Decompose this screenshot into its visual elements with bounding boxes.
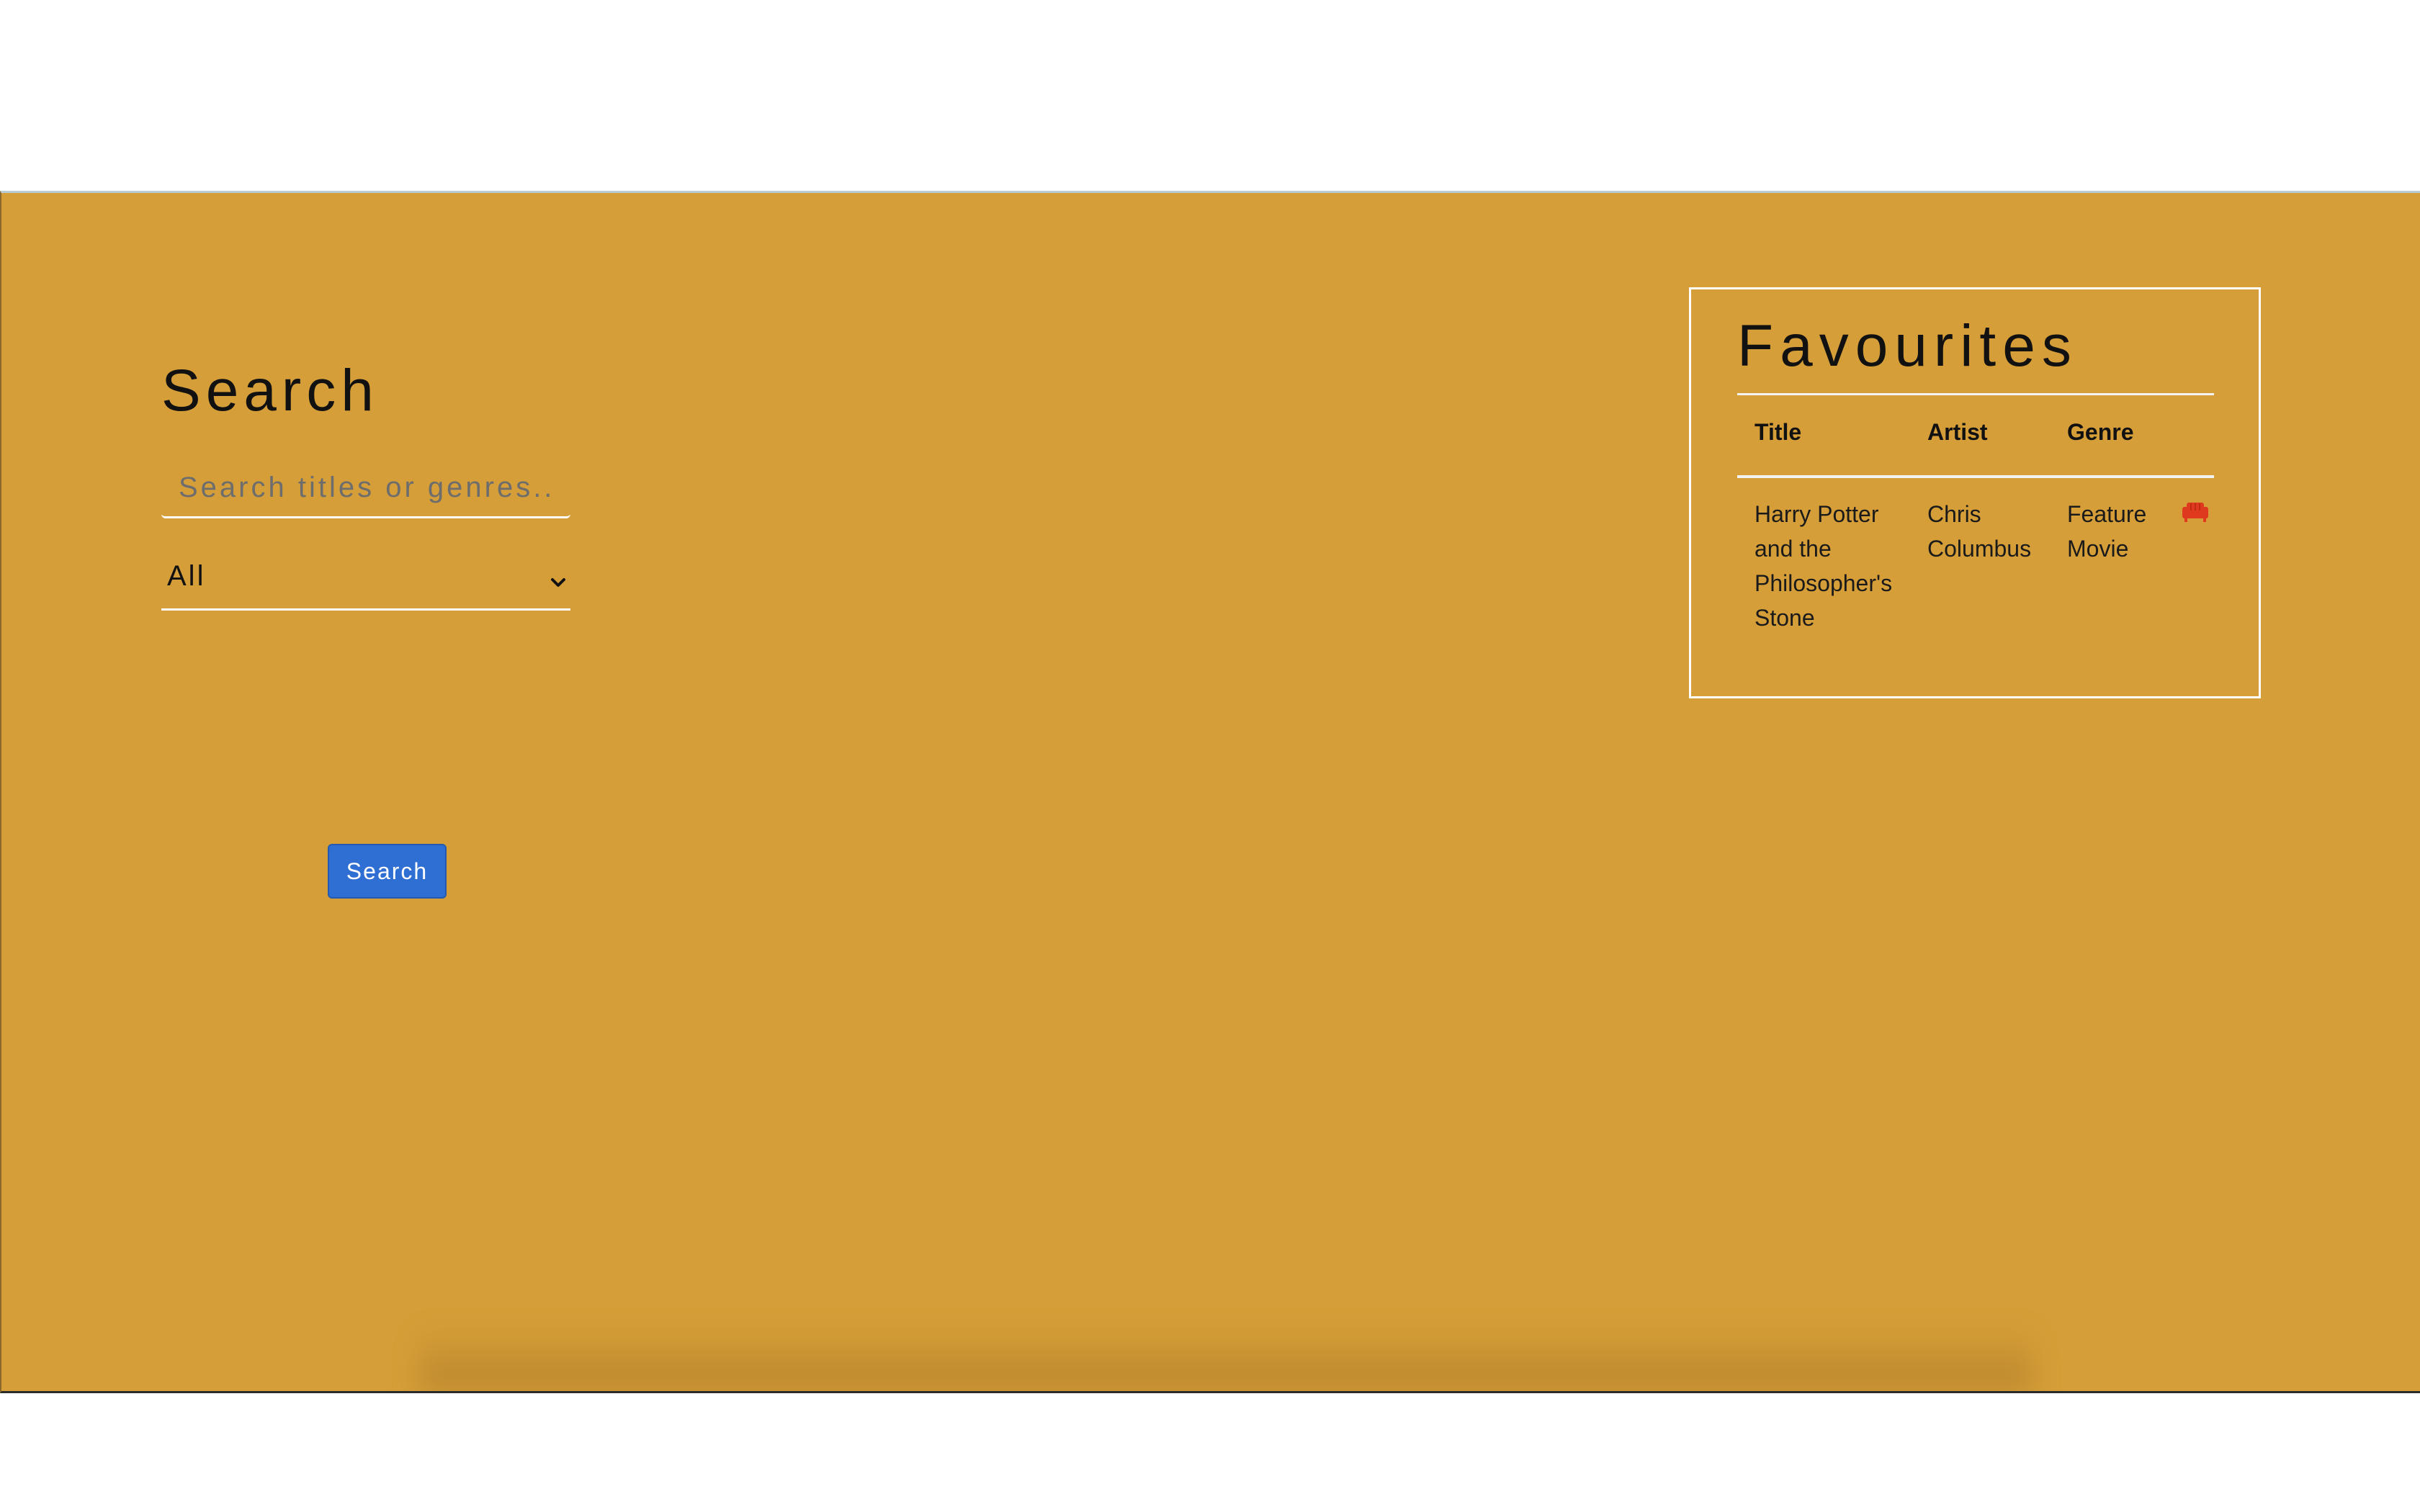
favourites-panel: Favourites Title Artist Genre Harry Pott… xyxy=(1689,287,2261,698)
category-select[interactable]: All xyxy=(161,553,570,611)
cell-line: Movie xyxy=(2067,536,2129,562)
main-panel: Search All Search Favourites Title Artis… xyxy=(0,191,2420,1393)
divider xyxy=(1737,475,2214,478)
panel-shadow xyxy=(419,1326,2033,1391)
cell-line: Feature xyxy=(2067,501,2147,527)
sofa-icon[interactable] xyxy=(2181,501,2210,523)
column-header-artist: Artist xyxy=(1927,419,1988,445)
cell-line: Philosopher's xyxy=(1754,570,1893,596)
favourites-heading: Favourites xyxy=(1737,313,2078,379)
search-heading: Search xyxy=(161,358,379,423)
column-header-title: Title xyxy=(1754,419,1802,445)
category-select-value: All xyxy=(167,560,206,592)
divider xyxy=(1737,393,2214,395)
cell-line: and the xyxy=(1754,536,1832,562)
cell-line: Columbus xyxy=(1927,536,2032,562)
cell-title: Harry Potter and the Philosopher's Stone xyxy=(1754,497,1892,635)
cell-line: Harry Potter xyxy=(1754,501,1879,527)
cell-line: Stone xyxy=(1754,605,1815,631)
search-input[interactable] xyxy=(161,459,570,518)
cell-artist: Chris Columbus xyxy=(1927,497,2031,566)
chevron-down-icon xyxy=(551,578,565,587)
column-header-genre: Genre xyxy=(2067,419,2134,445)
cell-line: Chris xyxy=(1927,501,1981,527)
cell-genre: Feature Movie xyxy=(2067,497,2146,566)
search-button[interactable]: Search xyxy=(328,844,447,899)
